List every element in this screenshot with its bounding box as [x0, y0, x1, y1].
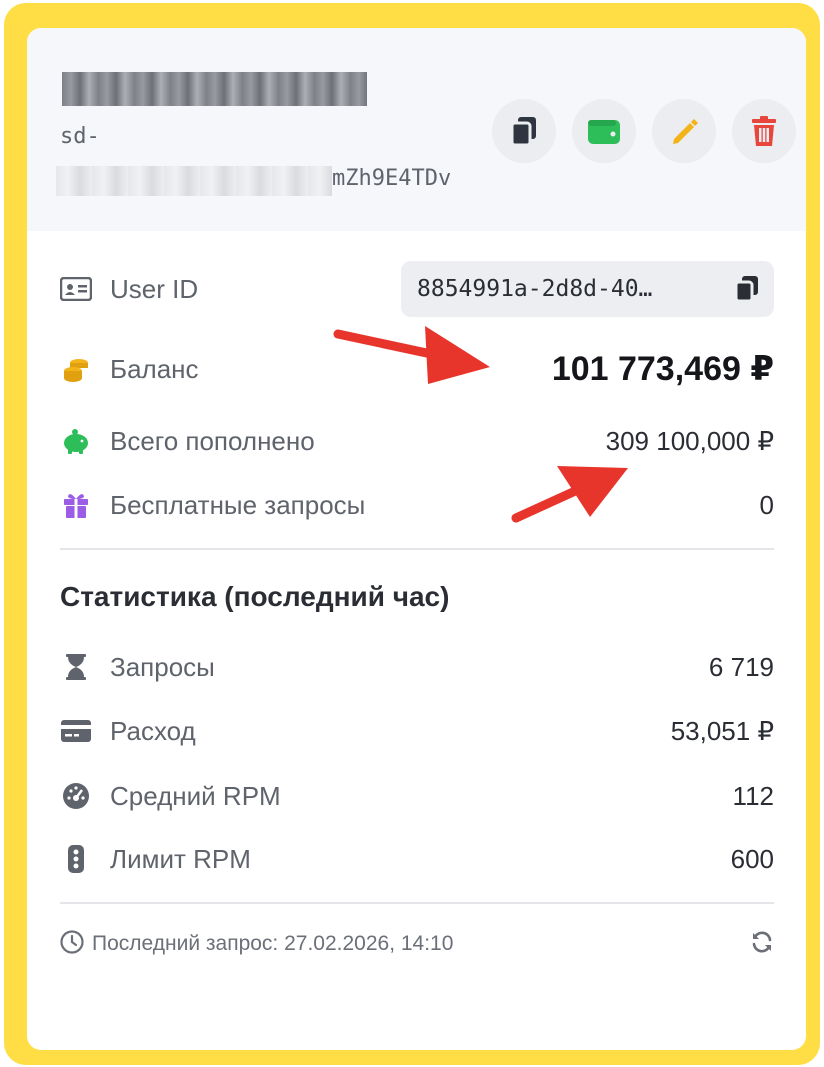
api-key-card: sd- mZh9E4TDv User ID 8854991a-2d8d-40… …	[27, 28, 806, 1050]
requests-value: 6 719	[708, 651, 774, 682]
pencil-icon	[673, 119, 698, 144]
piggy-bank-icon	[60, 425, 92, 457]
copy-key-button[interactable]	[492, 99, 556, 163]
avg-rpm-value: 112	[732, 780, 774, 811]
wallet-icon	[588, 120, 620, 144]
user-id-value: 8854991a-2d8d-40…	[417, 276, 653, 302]
traffic-light-icon	[60, 843, 92, 875]
footer: Последний запрос: 27.02.2026, 14:10	[60, 928, 774, 960]
balance-row: Баланс 101 773,469 ₽	[60, 349, 774, 389]
clock-icon	[60, 929, 84, 959]
hourglass-icon	[60, 651, 92, 683]
topped-up-value: 309 100,000 ₽	[605, 425, 774, 456]
id-card-icon	[60, 273, 92, 305]
spend-value: 53,051 ₽	[670, 715, 774, 746]
rpm-limit-row: Лимит RPM 600	[60, 839, 774, 879]
topped-up-label: Всего пополнено	[110, 425, 315, 456]
balance-label: Баланс	[110, 353, 199, 384]
trash-icon	[752, 116, 776, 146]
redacted-key-name	[62, 72, 367, 106]
copy-user-id-icon[interactable]	[734, 275, 760, 308]
spend-label: Расход	[110, 715, 196, 746]
edit-button[interactable]	[652, 99, 716, 163]
stats-title: Статистика (последний час)	[60, 581, 450, 612]
free-requests-value: 0	[759, 489, 774, 520]
card-header: sd- mZh9E4TDv	[27, 28, 806, 231]
avg-rpm-row: Средний RPM 112	[60, 776, 774, 816]
last-request-text: Последний запрос: 27.02.2026, 14:10	[92, 932, 454, 955]
spend-row: Расход 53,051 ₽	[60, 711, 774, 751]
rpm-limit-value: 600	[730, 843, 774, 874]
user-id-box[interactable]: 8854991a-2d8d-40…	[401, 261, 774, 317]
credit-card-icon	[60, 715, 92, 747]
free-requests-label: Бесплатные запросы	[110, 489, 366, 520]
redacted-key-middle	[56, 166, 332, 196]
balance-value: 101 773,469 ₽	[551, 350, 774, 388]
topped-up-row: Всего пополнено 309 100,000 ₽	[60, 421, 774, 461]
free-requests-row: Бесплатные запросы 0	[60, 485, 774, 525]
avg-rpm-label: Средний RPM	[110, 780, 281, 811]
rpm-limit-label: Лимит RPM	[110, 843, 251, 874]
divider	[60, 548, 774, 550]
top-up-button[interactable]	[572, 99, 636, 163]
divider	[60, 902, 774, 904]
gift-icon	[60, 489, 92, 521]
api-key-prefix: sd-	[60, 124, 100, 149]
requests-row: Запросы 6 719	[60, 647, 774, 687]
delete-button[interactable]	[732, 99, 796, 163]
api-key-suffix: mZh9E4TDv	[332, 166, 452, 191]
coins-icon	[60, 353, 92, 385]
requests-label: Запросы	[110, 651, 215, 682]
gauge-icon	[60, 780, 92, 812]
copy-icon	[510, 117, 536, 147]
refresh-icon[interactable]	[750, 930, 774, 959]
